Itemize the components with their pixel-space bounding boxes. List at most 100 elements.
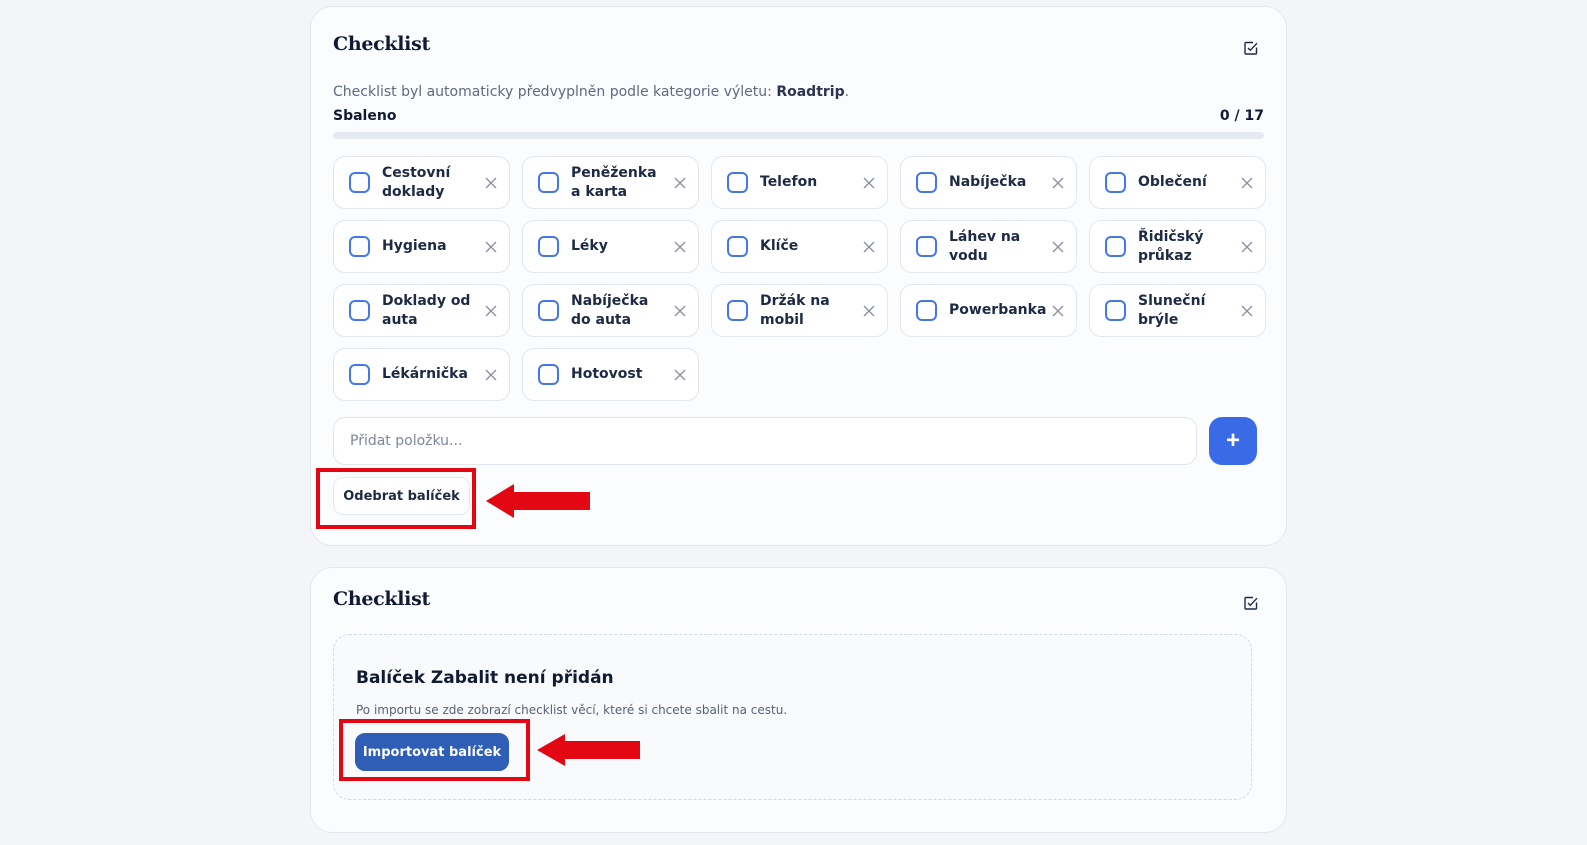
checklist-item[interactable]: Cestovní doklady	[333, 156, 510, 209]
checklist-item[interactable]: Telefon	[711, 156, 888, 209]
checklist-item[interactable]: Nabíječka	[900, 156, 1077, 209]
packed-count: 0 / 17	[1219, 108, 1264, 124]
item-label: Klíče	[760, 238, 799, 254]
empty-state-title: Balíček Zabalit není přidán	[356, 668, 614, 688]
remove-item-button[interactable]	[1239, 175, 1255, 191]
close-icon	[1052, 305, 1064, 316]
close-icon	[863, 241, 875, 252]
close-icon	[485, 369, 497, 380]
edit-checklist-icon	[1244, 596, 1258, 610]
checklist-item[interactable]: Hygiena	[333, 220, 510, 273]
item-label: Cestovní doklady	[382, 164, 451, 200]
empty-checklist-card: Checklist Balíček Zabalit není přidán Po…	[310, 567, 1287, 833]
item-checkbox[interactable]	[349, 364, 370, 385]
checklist-item[interactable]: Sluneční brýle	[1089, 284, 1266, 337]
item-checkbox[interactable]	[1105, 300, 1126, 321]
annotation-highlight-import	[339, 719, 530, 781]
close-icon	[1241, 305, 1253, 316]
packed-label: Sbaleno	[333, 108, 397, 124]
remove-item-button[interactable]	[861, 175, 877, 191]
checklist-item[interactable]: Lékárnička	[333, 348, 510, 401]
checklist-item[interactable]: Oblečení	[1089, 156, 1266, 209]
remove-item-button[interactable]	[483, 367, 499, 383]
item-checkbox[interactable]	[727, 172, 748, 193]
card-title: Checklist	[333, 33, 430, 55]
item-checkbox[interactable]	[916, 172, 937, 193]
close-icon	[1241, 177, 1253, 188]
remove-item-button[interactable]	[483, 175, 499, 191]
close-icon	[863, 177, 875, 188]
autofill-info: Checklist byl automaticky předvyplněn po…	[333, 84, 849, 100]
item-checkbox[interactable]	[538, 300, 559, 321]
remove-item-button[interactable]	[483, 239, 499, 255]
empty-state-description: Po importu se zde zobrazí checklist věcí…	[356, 703, 788, 717]
item-checkbox[interactable]	[916, 300, 937, 321]
remove-item-button[interactable]	[672, 367, 688, 383]
checklist-items: Cestovní doklady Peněženka a karta Telefon…	[333, 156, 1267, 401]
close-icon	[674, 177, 686, 188]
item-label: Sluneční brýle	[1138, 292, 1206, 328]
item-checkbox[interactable]	[349, 236, 370, 257]
checklist-item[interactable]: Nabíječka do auta	[522, 284, 699, 337]
item-checkbox[interactable]	[916, 236, 937, 257]
item-checkbox[interactable]	[538, 364, 559, 385]
item-label: Hotovost	[571, 366, 643, 382]
checklist-item[interactable]: Držák na mobil	[711, 284, 888, 337]
remove-item-button[interactable]	[483, 303, 499, 319]
item-label: Léky	[571, 238, 608, 254]
info-text: Checklist byl automaticky předvyplněn po…	[333, 84, 777, 100]
annotation-arrow-import	[537, 734, 640, 766]
item-label: Doklady od auta	[382, 292, 471, 328]
remove-item-button[interactable]	[672, 175, 688, 191]
item-checkbox[interactable]	[538, 172, 559, 193]
remove-item-button[interactable]	[1050, 303, 1066, 319]
checklist-item[interactable]: Láhev na vodu	[900, 220, 1077, 273]
checklist-item[interactable]: Klíče	[711, 220, 888, 273]
remove-item-button[interactable]	[861, 303, 877, 319]
edit-checklist-icon	[1244, 41, 1258, 55]
remove-item-button[interactable]	[1050, 175, 1066, 191]
item-label: Nabíječka do auta	[571, 292, 649, 328]
add-item-button[interactable]: +	[1209, 417, 1257, 465]
item-label: Peněženka a karta	[571, 164, 657, 200]
edit-checklist-button[interactable]	[1242, 39, 1260, 57]
checklist-item[interactable]: Řidičský průkaz	[1089, 220, 1266, 273]
edit-checklist-button[interactable]	[1242, 594, 1260, 612]
annotation-highlight-remove	[316, 468, 476, 529]
item-label: Oblečení	[1138, 174, 1207, 190]
item-label: Telefon	[760, 174, 818, 190]
remove-item-button[interactable]	[672, 303, 688, 319]
close-icon	[1241, 241, 1253, 252]
close-icon	[674, 241, 686, 252]
item-label: Láhev na vodu	[949, 228, 1021, 264]
checklist-item[interactable]: Léky	[522, 220, 699, 273]
remove-item-button[interactable]	[861, 239, 877, 255]
item-checkbox[interactable]	[349, 172, 370, 193]
remove-item-button[interactable]	[672, 239, 688, 255]
info-suffix: .	[844, 84, 850, 100]
trip-category: Roadtrip	[776, 84, 845, 100]
checklist-item[interactable]: Doklady od auta	[333, 284, 510, 337]
close-icon	[485, 177, 497, 188]
remove-item-button[interactable]	[1239, 303, 1255, 319]
checklist-card: Checklist Checklist byl automaticky před…	[310, 6, 1287, 546]
checklist-item[interactable]: Powerbanka	[900, 284, 1077, 337]
item-checkbox[interactable]	[727, 300, 748, 321]
checklist-item[interactable]: Hotovost	[522, 348, 699, 401]
close-icon	[674, 305, 686, 316]
item-checkbox[interactable]	[727, 236, 748, 257]
remove-item-button[interactable]	[1050, 239, 1066, 255]
item-label: Držák na mobil	[760, 292, 830, 328]
card-title: Checklist	[333, 588, 430, 610]
close-icon	[1052, 177, 1064, 188]
item-checkbox[interactable]	[538, 236, 559, 257]
item-checkbox[interactable]	[1105, 236, 1126, 257]
close-icon	[863, 305, 875, 316]
add-item-input[interactable]	[333, 417, 1197, 465]
close-icon	[674, 369, 686, 380]
item-label: Řidičský průkaz	[1138, 228, 1204, 264]
item-checkbox[interactable]	[1105, 172, 1126, 193]
item-checkbox[interactable]	[349, 300, 370, 321]
remove-item-button[interactable]	[1239, 239, 1255, 255]
checklist-item[interactable]: Peněženka a karta	[522, 156, 699, 209]
